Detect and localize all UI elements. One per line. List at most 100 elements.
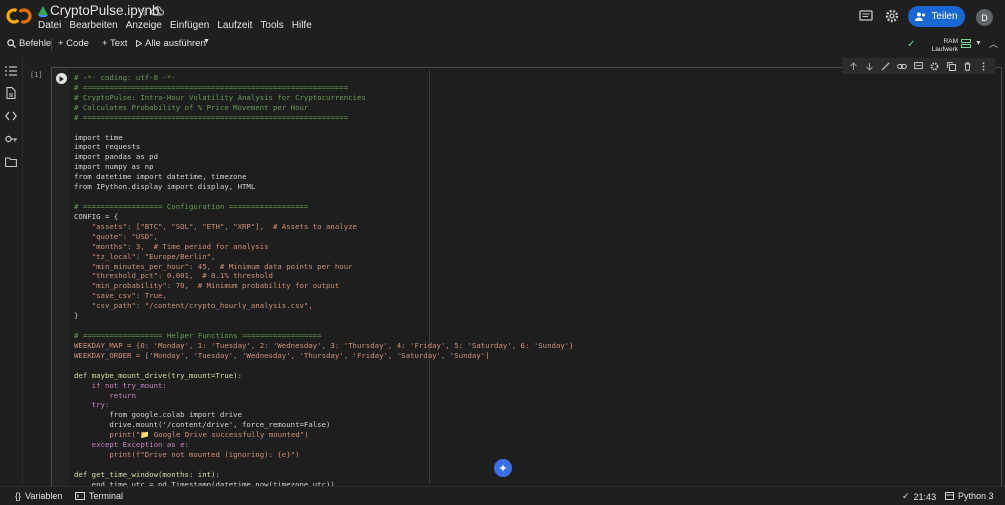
comments-icon[interactable] bbox=[858, 8, 874, 24]
secrets-key-icon[interactable] bbox=[5, 133, 17, 145]
resource-bars bbox=[961, 39, 971, 52]
run-all-dropdown[interactable]: ▼ bbox=[203, 38, 210, 45]
add-code-label: + Code bbox=[58, 38, 89, 49]
code-line: # CryptoPulse: Intra-Hour Volatility Ana… bbox=[74, 92, 366, 102]
code-line: "assets": ["BTC", "SOL", "ETH", "XRP"], … bbox=[74, 221, 357, 231]
menu-file[interactable]: Datei bbox=[38, 20, 61, 31]
code-line: CONFIG = { bbox=[74, 211, 119, 221]
add-text-button[interactable]: + Text bbox=[102, 38, 127, 49]
more-options-icon[interactable] bbox=[979, 61, 989, 71]
code-line: # ======================================… bbox=[74, 112, 349, 122]
menu-help[interactable]: Hilfe bbox=[292, 20, 312, 31]
terminal-label: Terminal bbox=[89, 491, 124, 501]
left-sidebar bbox=[0, 56, 23, 484]
resource-monitor[interactable]: ✓ RAM Laufwerk ▼ bbox=[906, 37, 988, 55]
menu-edit[interactable]: Bearbeiten bbox=[69, 20, 117, 31]
search-icon bbox=[7, 39, 16, 48]
folder-icon[interactable] bbox=[5, 156, 17, 168]
terminal-button[interactable]: Terminal bbox=[75, 491, 123, 501]
move-up-icon[interactable] bbox=[848, 61, 858, 71]
ram-label: RAM bbox=[943, 38, 958, 45]
code-line: "min_minutes_per_hour": 45, # Minimum da… bbox=[74, 261, 353, 271]
code-line: "quote": "USD", bbox=[74, 231, 159, 241]
status-time: 21:43 bbox=[913, 491, 937, 502]
run-cell-button[interactable] bbox=[56, 73, 67, 84]
sparkle-icon: ✦ bbox=[498, 462, 508, 475]
cloud-saved-icon[interactable] bbox=[151, 5, 164, 17]
add-code-button[interactable]: + Code bbox=[58, 38, 89, 49]
avatar[interactable]: D bbox=[976, 9, 993, 26]
code-line: WEEKDAY_MAP = {0: 'Monday', 1: 'Tuesday'… bbox=[74, 340, 574, 350]
connected-check-icon: ✓ bbox=[907, 39, 916, 50]
run-all-button[interactable]: Alle ausführen bbox=[136, 38, 206, 49]
menu-runtime[interactable]: Laufzeit bbox=[217, 20, 252, 31]
colab-logo-icon[interactable] bbox=[6, 5, 32, 27]
kernel-label: Python 3 bbox=[958, 491, 994, 501]
run-all-label: Alle ausführen bbox=[145, 38, 206, 49]
play-icon bbox=[59, 75, 64, 82]
play-icon bbox=[136, 40, 142, 47]
menu-view[interactable]: Anzeige bbox=[126, 20, 162, 31]
code-line: def maybe_mount_drive(try_mount=True): bbox=[74, 370, 243, 380]
resource-labels: RAM Laufwerk bbox=[924, 38, 958, 54]
code-line: # ======================================… bbox=[74, 82, 349, 92]
gemini-assistant-button[interactable]: ✦ bbox=[494, 459, 512, 477]
code-line: from google.colab import drive bbox=[74, 410, 243, 420]
collapse-header-icon[interactable]: ︿ bbox=[989, 37, 998, 50]
delete-icon[interactable] bbox=[962, 61, 972, 71]
check-icon: ✓ bbox=[902, 491, 910, 501]
code-line: # -*- coding: utf-8 -*- bbox=[74, 73, 176, 82]
cell-gutter bbox=[52, 68, 69, 486]
resource-dropdown-icon[interactable]: ▼ bbox=[975, 40, 982, 47]
code-line: "csv_path": "/content/crypto_hourly_anal… bbox=[74, 301, 313, 311]
menu-insert[interactable]: Einfügen bbox=[170, 20, 209, 31]
header: CryptoPulse.ipynb ☆ Datei Bearbeiten Anz… bbox=[0, 0, 1005, 34]
copy-icon[interactable] bbox=[946, 61, 956, 71]
add-text-label: + Text bbox=[102, 38, 128, 49]
table-of-contents-icon[interactable] bbox=[5, 65, 17, 77]
code-line: "min_probability": 70, # Minimum probabi… bbox=[74, 281, 340, 291]
ram-bar bbox=[961, 39, 971, 43]
code-line: print(f"Drive not mounted (ignoring): {e… bbox=[74, 450, 300, 460]
code-line: end_time_utc = pd.Timestamp(datetime.now… bbox=[74, 479, 335, 486]
code-line: import pandas as pd bbox=[74, 152, 159, 162]
share-button[interactable]: Teilen bbox=[908, 6, 965, 27]
move-down-icon[interactable] bbox=[864, 61, 874, 71]
kernel-indicator[interactable]: Python 3 bbox=[945, 491, 994, 501]
star-icon[interactable]: ☆ bbox=[137, 5, 148, 19]
commands-button[interactable]: Befehle bbox=[7, 38, 51, 49]
code-line: "months": 3, # Time period for analysis bbox=[74, 241, 269, 251]
comment-icon[interactable] bbox=[913, 61, 923, 71]
variables-button[interactable]: {} Variablen bbox=[15, 491, 62, 501]
share-label: Teilen bbox=[931, 11, 958, 22]
settings-gear-icon[interactable] bbox=[884, 8, 900, 24]
document-icon[interactable] bbox=[5, 87, 17, 99]
code-line: if not try_mount: bbox=[74, 380, 167, 390]
disk-bar bbox=[961, 44, 971, 48]
code-line: # ================== Configuration =====… bbox=[74, 201, 309, 211]
notebook-toolbar: Befehle + Code + Text Alle ausführen ▼ bbox=[0, 35, 1005, 54]
execution-status[interactable]: ✓ 21:43 bbox=[902, 491, 936, 502]
magic-wand-icon[interactable] bbox=[881, 61, 891, 71]
status-bar: {} Variablen Terminal ✓ 21:43 Python 3 bbox=[0, 486, 1005, 505]
menu-bar: Datei Bearbeiten Anzeige Einfügen Laufze… bbox=[38, 20, 320, 31]
code-snippets-icon[interactable] bbox=[5, 110, 17, 122]
code-editor[interactable]: # -*- coding: utf-8 -*- # ===============… bbox=[74, 73, 574, 486]
chevron-down-icon: ▼ bbox=[203, 38, 210, 45]
people-icon bbox=[915, 12, 926, 21]
code-line: drive.mount('/content/drive', force_remo… bbox=[74, 420, 331, 430]
cell-settings-icon[interactable] bbox=[930, 61, 940, 71]
variables-label: Variablen bbox=[25, 491, 63, 501]
code-line: import numpy as np bbox=[74, 162, 154, 172]
link-icon[interactable] bbox=[897, 61, 908, 71]
menu-tools[interactable]: Tools bbox=[260, 20, 283, 31]
code-line: # ================== Helper Functions ==… bbox=[74, 330, 322, 340]
code-line: try: bbox=[74, 400, 110, 410]
drive-file-icon bbox=[38, 6, 48, 17]
code-line: from datetime import datetime, timezone bbox=[74, 172, 247, 182]
disk-label: Laufwerk bbox=[931, 46, 958, 53]
